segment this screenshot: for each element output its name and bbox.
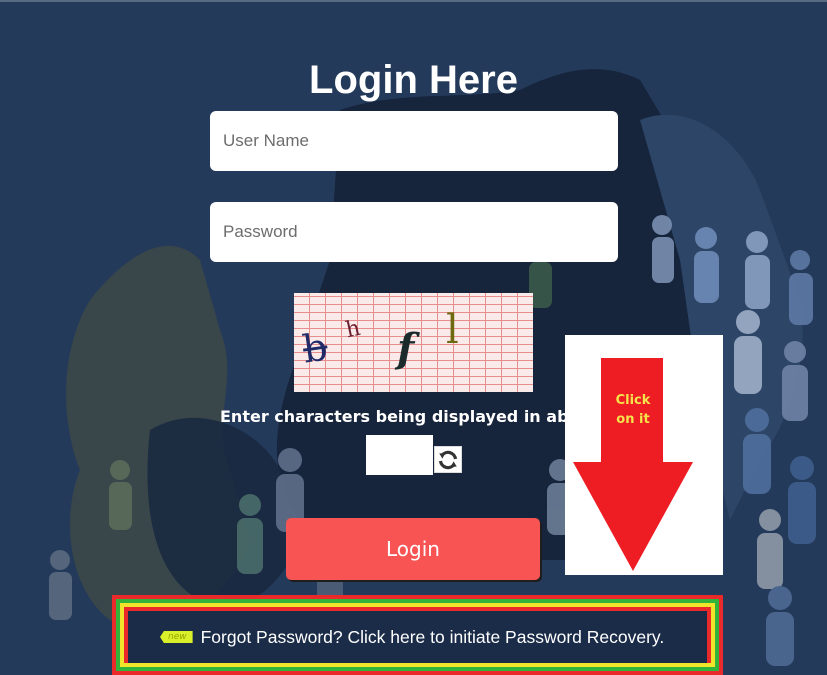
captcha-input[interactable] (366, 435, 433, 475)
down-arrow-icon (573, 358, 693, 571)
captcha-char: l (446, 307, 459, 353)
username-input[interactable] (210, 111, 618, 171)
captcha-char: h (343, 315, 363, 344)
forgot-password-link[interactable]: Forgot Password? Click here to initiate … (201, 627, 665, 648)
click-hint-line2: on it (616, 412, 650, 427)
forgot-password-banner: new Forgot Password? Click here to initi… (128, 611, 707, 663)
click-hint-line1: Click (615, 393, 651, 408)
captcha-char: f (397, 325, 415, 372)
captcha-char: b (300, 324, 331, 372)
captcha-image: b h f l (294, 293, 533, 392)
top-border (0, 0, 827, 2)
captcha-refresh-button[interactable] (434, 446, 462, 473)
password-input[interactable] (210, 202, 618, 262)
new-badge: new (160, 631, 193, 643)
login-button[interactable]: Login (286, 518, 540, 580)
page-title: Login Here (309, 58, 518, 102)
click-hint-panel[interactable] (565, 335, 723, 575)
refresh-icon (438, 450, 458, 469)
click-hint-text: Click on it (600, 391, 666, 429)
